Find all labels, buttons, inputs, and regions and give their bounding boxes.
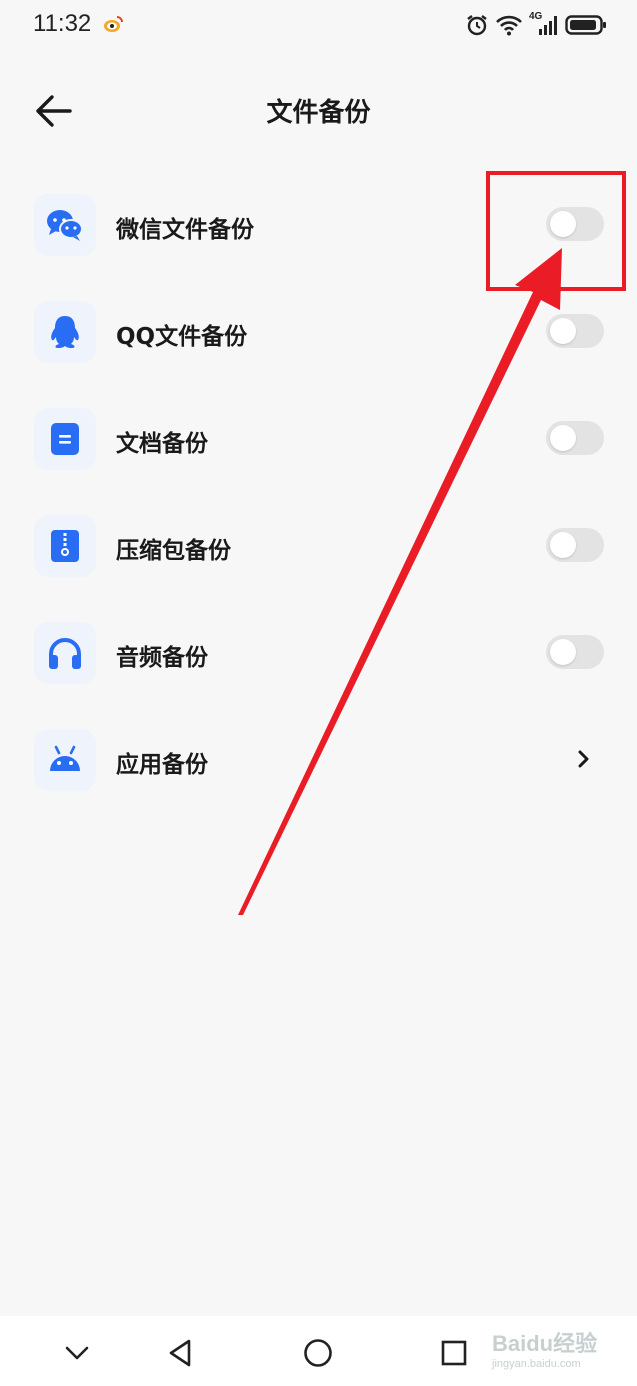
- backup-options-list: 微信文件备份 QQ文件备份 文档备份 压缩包备份 音频备份 应用备份: [0, 172, 637, 814]
- nav-home-button[interactable]: [301, 1336, 335, 1370]
- battery-icon: [565, 15, 606, 35]
- header: 文件备份: [0, 70, 637, 150]
- item-label: 音频备份: [116, 645, 208, 671]
- archive-backup-toggle[interactable]: [546, 528, 604, 562]
- wechat-backup-toggle[interactable]: [546, 207, 604, 241]
- qq-icon: [34, 301, 96, 363]
- wifi-icon: [496, 15, 522, 36]
- list-item-audio-backup[interactable]: 音频备份: [0, 600, 637, 707]
- document-backup-toggle[interactable]: [546, 421, 604, 455]
- list-item-document-backup[interactable]: 文档备份: [0, 386, 637, 493]
- status-icons: 4G: [465, 10, 607, 40]
- item-label: 文档备份: [116, 431, 208, 457]
- item-label: 应用备份: [116, 752, 208, 778]
- toggle-knob: [550, 532, 576, 558]
- audio-backup-toggle[interactable]: [546, 635, 604, 669]
- navigation-bar: [0, 1316, 637, 1386]
- item-label: 压缩包备份: [116, 538, 231, 564]
- qq-backup-toggle[interactable]: [546, 314, 604, 348]
- list-item-qq-backup[interactable]: QQ文件备份: [0, 279, 637, 386]
- status-time: 11:32: [33, 10, 92, 37]
- toggle-knob: [550, 318, 576, 344]
- list-item-app-backup[interactable]: 应用备份: [0, 707, 637, 814]
- weibo-notification-icon: [104, 16, 123, 32]
- page-title: 文件备份: [266, 98, 371, 128]
- archive-icon: [34, 515, 96, 577]
- android-icon: [34, 729, 96, 791]
- item-label: 微信文件备份: [116, 217, 254, 243]
- nav-recents-button[interactable]: [437, 1336, 471, 1370]
- cellular-signal: 4G: [529, 11, 559, 37]
- nav-back-button[interactable]: [163, 1336, 197, 1370]
- chevron-right-icon[interactable]: [575, 747, 591, 771]
- item-label: QQ文件备份: [116, 324, 248, 350]
- nav-collapse-button[interactable]: [60, 1336, 94, 1370]
- headphones-icon: [34, 622, 96, 684]
- list-item-archive-backup[interactable]: 压缩包备份: [0, 493, 637, 600]
- document-icon: [34, 408, 96, 470]
- toggle-knob: [550, 211, 576, 237]
- toggle-knob: [550, 639, 576, 665]
- signal-bars-icon: [539, 16, 557, 35]
- list-item-wechat-backup[interactable]: 微信文件备份: [0, 172, 637, 279]
- toggle-knob: [550, 425, 576, 451]
- alarm-icon: [467, 15, 487, 36]
- wechat-icon: [34, 194, 96, 256]
- status-bar: 11:32 4G: [0, 0, 637, 52]
